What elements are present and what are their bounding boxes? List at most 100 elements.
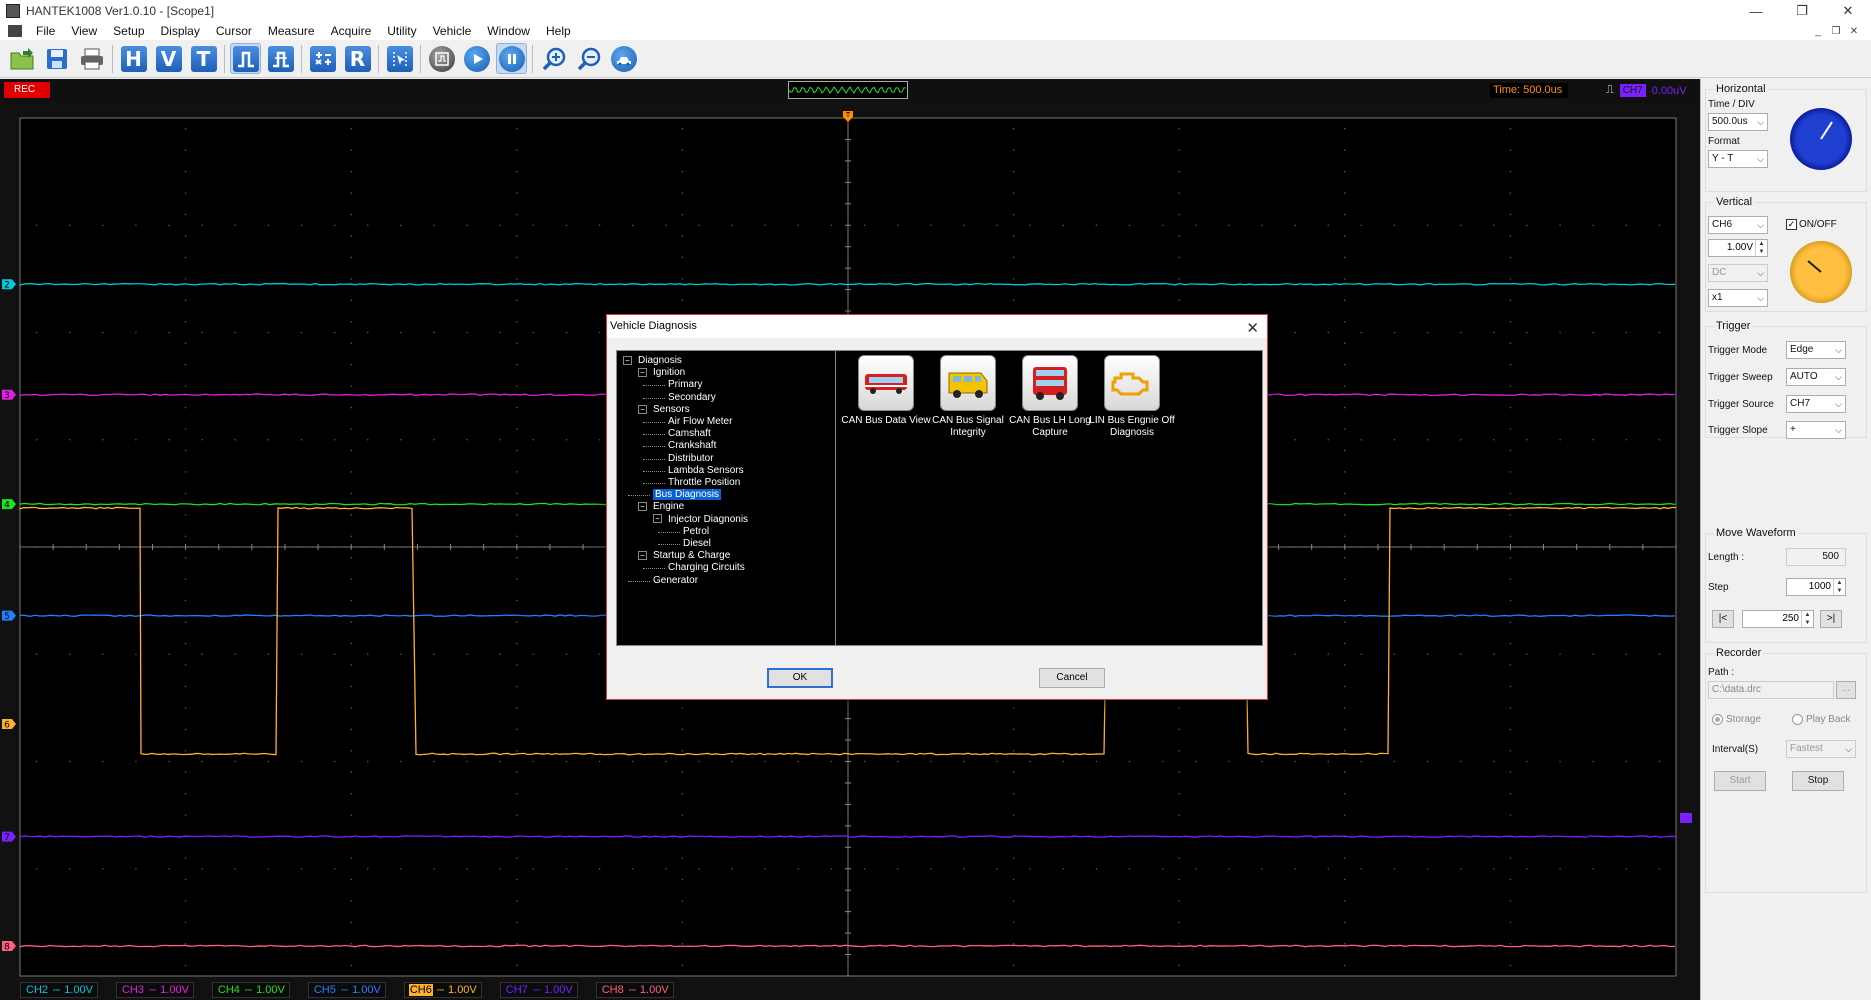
menu-view[interactable]: View (63, 24, 105, 38)
collapse-icon[interactable]: − (638, 502, 647, 511)
channel-status[interactable]: CH2 ⎓ 1.00V (20, 982, 98, 998)
browse-button[interactable]: ... (1836, 681, 1856, 699)
channel-marker[interactable]: 8 (2, 941, 16, 953)
storage-radio[interactable] (1712, 714, 1723, 725)
print-button[interactable] (76, 43, 107, 74)
rising-edge-button[interactable] (230, 43, 261, 74)
collapse-icon[interactable]: − (638, 551, 647, 560)
close-icon[interactable]: ✕ (1246, 317, 1259, 340)
rec-indicator[interactable]: REC (4, 82, 50, 98)
maximize-button[interactable]: ❐ (1779, 0, 1825, 22)
menu-measure[interactable]: Measure (260, 24, 323, 38)
collapse-icon[interactable]: − (653, 514, 662, 523)
time-div-knob[interactable] (1790, 108, 1852, 170)
spinner-arrows-icon[interactable]: ▲ ▼ (1833, 579, 1845, 595)
stop-button[interactable] (496, 43, 527, 74)
interval-select[interactable]: Fastest ⌵ (1786, 740, 1856, 758)
can-bus-data-view-item[interactable]: CAN Bus Data View (840, 355, 932, 427)
position-spinner[interactable]: 250 ▲ ▼ (1742, 610, 1814, 628)
time-div-select[interactable]: 500.0us ⌵ (1708, 113, 1768, 131)
trigger-button[interactable]: T (188, 43, 219, 74)
zoom-out-button[interactable] (573, 43, 604, 74)
channel-marker[interactable]: 7 (2, 832, 16, 844)
channel-marker[interactable]: 2 (2, 279, 16, 291)
grid-dot (516, 900, 518, 902)
trigger-mode-select[interactable]: Edge ⌵ (1786, 341, 1846, 359)
menu-file[interactable]: File (28, 24, 63, 38)
minimize-button[interactable]: — (1733, 0, 1779, 22)
falling-edge-button[interactable] (265, 43, 296, 74)
doc-restore-button[interactable]: ❐ (1827, 26, 1845, 37)
grid-dot (350, 214, 352, 216)
menu-cursor[interactable]: Cursor (208, 24, 260, 38)
knob-indicator (1790, 241, 1852, 303)
lin-bus-engine-off-item[interactable]: LIN Bus Engnie Off Diagnosis (1086, 355, 1178, 439)
math-button[interactable] (307, 43, 338, 74)
ok-button[interactable]: OK (767, 668, 833, 688)
onoff-checkbox[interactable]: ✓ (1786, 219, 1797, 230)
vertical-button[interactable]: V (153, 43, 184, 74)
collapse-icon[interactable]: − (623, 356, 632, 365)
volts-div-spinner[interactable]: 1.00V ▲ ▼ (1708, 239, 1768, 257)
function-list[interactable]: CAN Bus Data View CAN Bus Signal Integri… (835, 350, 1263, 646)
spinner-arrows-icon[interactable]: ▲ ▼ (1755, 240, 1767, 256)
diagnosis-tree[interactable]: − Diagnosis − Ignition Primary Secondary − Sens… (616, 350, 842, 646)
probe-select[interactable]: x1 ⌵ (1708, 289, 1768, 307)
volts-div-knob[interactable] (1790, 241, 1852, 303)
save-button[interactable] (41, 43, 72, 74)
menu-acquire[interactable]: Acquire (323, 24, 380, 38)
format-select[interactable]: Y - T ⌵ (1708, 150, 1768, 168)
trigger-source-select[interactable]: CH7 ⌵ (1786, 395, 1846, 413)
collapse-icon[interactable]: − (638, 368, 647, 377)
menu-help[interactable]: Help (538, 24, 579, 38)
waveform-overview[interactable] (788, 81, 908, 99)
playback-radio[interactable] (1792, 714, 1803, 725)
trigger-slope-select[interactable]: + ⌵ (1786, 421, 1846, 439)
autoset-button[interactable] (426, 43, 457, 74)
document-icon[interactable] (8, 25, 22, 37)
last-button[interactable]: >| (1820, 610, 1842, 628)
menu-vehicle[interactable]: Vehicle (425, 24, 480, 38)
doc-close-button[interactable]: ✕ (1845, 26, 1863, 37)
tree-item[interactable]: Generator (653, 574, 698, 588)
start-button[interactable]: Start (1714, 771, 1766, 791)
run-button[interactable] (461, 43, 492, 74)
menu-display[interactable]: Display (153, 24, 208, 38)
channel-status[interactable]: CH4 ⎓ 1.00V (212, 982, 290, 998)
trigger-sweep-select[interactable]: AUTO ⌵ (1786, 368, 1846, 386)
horizontal-button[interactable]: H (118, 43, 149, 74)
cancel-button[interactable]: Cancel (1039, 668, 1105, 688)
first-button[interactable]: |< (1712, 610, 1734, 628)
reference-button[interactable]: R (342, 43, 373, 74)
can-bus-lh-long-capture-item[interactable]: CAN Bus LH Long Capture (1004, 355, 1096, 439)
stop-record-button[interactable]: Stop (1792, 771, 1844, 791)
channel-status[interactable]: CH8 ⎓ 1.00V (596, 982, 674, 998)
channel-status[interactable]: CH3 ⎓ 1.00V (116, 982, 194, 998)
channel-marker[interactable]: 3 (2, 390, 16, 402)
close-button[interactable]: ✕ (1825, 0, 1871, 22)
spinner-arrows-icon[interactable]: ▲ ▼ (1801, 611, 1813, 627)
menu-utility[interactable]: Utility (379, 24, 424, 38)
can-bus-signal-integrity-item[interactable]: CAN Bus Signal Integrity (922, 355, 1014, 439)
menu-window[interactable]: Window (479, 24, 538, 38)
channel-marker[interactable]: 5 (2, 611, 16, 623)
vehicle-button[interactable] (608, 43, 639, 74)
grid-dot (1013, 300, 1015, 302)
doc-minimize-button[interactable]: _ (1809, 26, 1827, 37)
open-button[interactable] (6, 43, 37, 74)
channel-marker[interactable]: 4 (2, 499, 16, 511)
path-field[interactable]: C:\data.drc (1708, 681, 1834, 699)
menu-setup[interactable]: Setup (105, 24, 152, 38)
channel-select[interactable]: CH6 ⌵ (1708, 216, 1768, 234)
collapse-icon[interactable]: − (638, 405, 647, 414)
trigger-level-marker[interactable] (1680, 813, 1692, 823)
grid-dot (350, 171, 352, 173)
channel-status[interactable]: CH7 ⎓ 1.00V (500, 982, 578, 998)
zoom-in-button[interactable] (538, 43, 569, 74)
channel-status[interactable]: CH6 ⎓ 1.00V (404, 982, 482, 998)
channel-marker[interactable]: 6 (2, 719, 16, 731)
channel-status[interactable]: CH5 ⎓ 1.00V (308, 982, 386, 998)
coupling-select[interactable]: DC ⌵ (1708, 264, 1768, 282)
cursor-button[interactable] (384, 43, 415, 74)
step-spinner[interactable]: 1000 ▲ ▼ (1786, 578, 1846, 596)
